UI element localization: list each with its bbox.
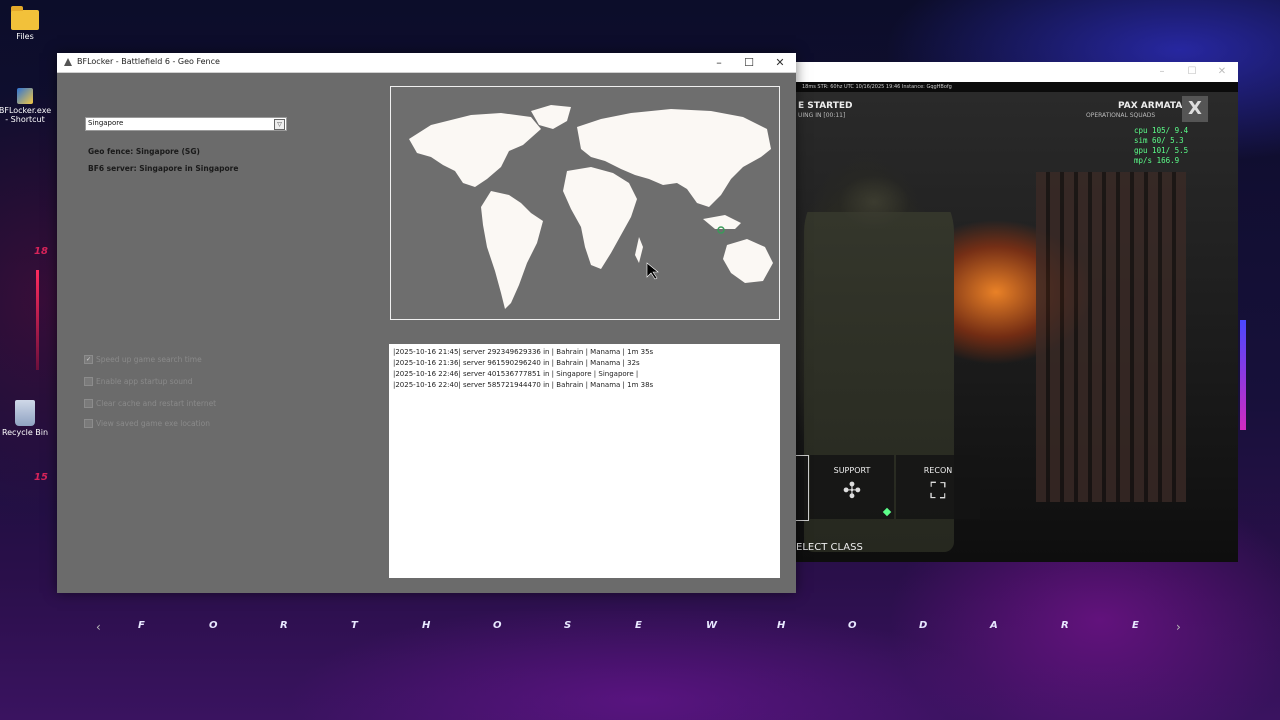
perf-stat-line: gpu 101/ 5.5 [1134,146,1189,155]
world-map-svg [409,105,773,309]
exe-icon [17,88,33,104]
recycle-bin-icon [15,400,35,426]
option-label: Clear cache and restart internet [96,399,217,408]
game-maximize-button[interactable]: ☐ [1178,62,1206,82]
server-label: BF6 server: Singapore in Singapore [88,164,239,173]
checkbox-icon[interactable] [84,377,93,386]
world-map [390,86,780,320]
faction-name: PAX ARMATA [1118,101,1183,111]
select-class-label: ELECT CLASS [796,542,863,553]
banner-letter: A [990,620,998,631]
perf-stat-line: mp/s 166.9 [1134,156,1180,165]
faction-sub: OPERATIONAL SQUADS [1086,112,1156,119]
class-tile-support[interactable]: SUPPORT ✣ [810,455,894,519]
wallpaper-number: 18 [34,246,48,257]
banner-letter: D [919,620,928,631]
server-log[interactable]: |2025-10-16 21:45| server 292349629336 i… [389,344,780,578]
perf-stat-line: cpu 105/ 9.4 [1134,126,1189,135]
desktop-icon-recycle-bin[interactable]: Recycle Bin [0,400,53,437]
class-tile-recon[interactable]: RECON ⛶ [896,455,980,519]
banner-letter: H [777,620,786,631]
class-label: SUPPORT [833,466,871,475]
recon-class-icon: ⛶ [930,479,946,504]
banner-letter: O [209,620,218,631]
banner-letter: F [138,620,145,631]
game-window[interactable]: – ☐ ✕ 18ms STR: 60hz UTC 10/16/2025 19:4… [796,62,1238,562]
option-label: Speed up game search time [96,355,202,364]
game-titlebar[interactable]: – ☐ ✕ [796,62,1238,82]
geo-fence-label: Geo fence: Singapore (SG) [88,147,200,156]
option-label: Enable app startup sound [96,377,193,386]
banner-letter: R [280,620,288,631]
game-minimize-button[interactable]: – [1148,62,1176,82]
desktop-icon-label: Files [16,32,34,41]
class-label: RECON [923,466,953,475]
banner-letter: E [1132,620,1139,631]
banner-letter: R [1061,620,1069,631]
selected-indicator-icon [882,507,892,517]
region-select-value: Singapore [88,119,124,127]
desktop-icon-label: Recycle Bin [1,428,49,437]
hud-bar-text: 18ms STR: 60hz UTC 10/16/2025 19:46 Inst… [802,84,952,90]
banner-letter: O [848,620,857,631]
close-button[interactable]: ✕ [765,53,795,72]
checkbox-checked-icon[interactable]: ✓ [84,355,93,364]
class-tile-partial[interactable] [796,455,809,521]
banner-letter: O [493,620,502,631]
faction-emblem-icon: X [1182,96,1208,122]
window-title: BFLocker - Battlefield 6 - Geo Fence [77,57,220,66]
minimize-button[interactable]: – [704,53,734,72]
wallpaper-neon-bar-right [1240,320,1246,430]
desktop-icon-bflocker[interactable]: BFLocker.exe - Shortcut [0,88,53,124]
option-label: View saved game exe location [96,419,210,428]
banner-letter: T [351,620,358,631]
perf-stats: cpu 105/ 9.4 sim 60/ 5.3 gpu 101/ 5.5 mp… [1134,126,1188,166]
perf-stat-line: sim 60/ 5.3 [1134,136,1184,145]
game-close-button[interactable]: ✕ [1208,62,1236,82]
game-hud-bar: 18ms STR: 60hz UTC 10/16/2025 19:46 Inst… [796,82,1238,92]
support-class-icon: ✣ [842,479,862,504]
match-sub-status: UING IN [00:11] [798,112,846,119]
log-line: |2025-10-16 22:46| server 401536777851 i… [393,370,639,378]
wallpaper-neon-bar [36,270,39,370]
folder-icon [11,6,39,30]
log-line: |2025-10-16 21:36| server 961590296240 i… [393,359,640,367]
log-line: |2025-10-16 22:40| server 585721944470 i… [393,381,654,389]
app-icon [64,58,72,66]
burning-building [1036,172,1186,502]
chevron-down-icon[interactable]: ▽ [274,119,285,130]
maximize-button[interactable]: ☐ [734,53,764,72]
mouse-cursor-icon [646,262,659,280]
checkbox-icon[interactable] [84,419,93,428]
wallpaper-banner: F O R T H O S E W H O D A R E [96,620,1186,640]
match-status: E STARTED [798,101,853,111]
checkbox-icon[interactable] [84,399,93,408]
wallpaper-number: 15 [34,472,48,483]
log-line: |2025-10-16 21:45| server 292349629336 i… [393,348,654,356]
region-select[interactable]: Singapore ▽ [85,117,287,131]
window-titlebar[interactable]: BFLocker - Battlefield 6 - Geo Fence – ☐… [57,53,796,73]
banner-letter: H [422,620,431,631]
banner-letter: E [635,620,642,631]
desktop-icon-label: BFLocker.exe - Shortcut [0,106,52,124]
desktop-icon-files[interactable]: Files [0,6,53,41]
bflocker-window[interactable]: BFLocker - Battlefield 6 - Geo Fence – ☐… [57,53,796,593]
banner-letter: W [706,620,718,631]
banner-letter: S [564,620,572,631]
